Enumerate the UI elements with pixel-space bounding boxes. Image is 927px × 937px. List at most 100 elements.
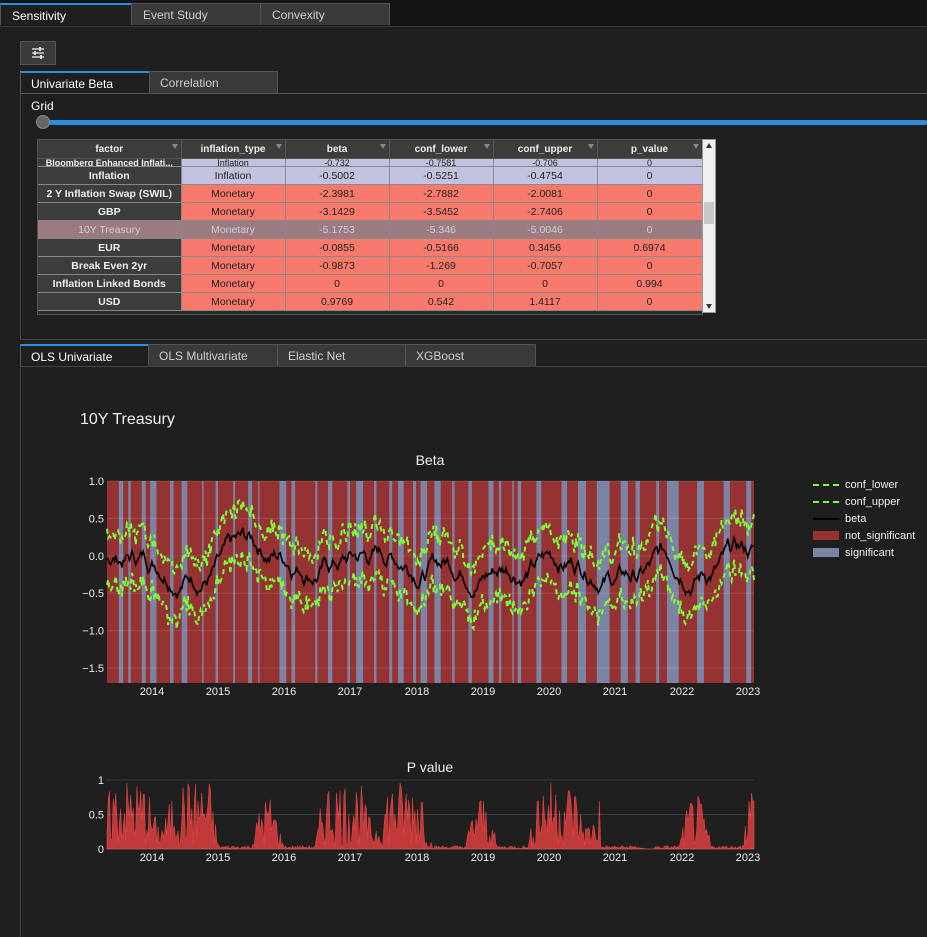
grid-cell-conf-upper[interactable]: 1.4117 (493, 292, 598, 311)
grid-cell-factor[interactable]: Break Even 2yr (38, 256, 182, 275)
grid-scrollbar[interactable] (702, 139, 716, 313)
grid-cell-conf-lower[interactable]: -0.5251 (389, 166, 494, 185)
grid-cell-p-value[interactable]: 0 (597, 202, 702, 221)
scroll-thumb[interactable] (704, 202, 714, 224)
grid-cell-factor[interactable]: Inflation (38, 166, 182, 185)
grid-cell-conf-lower[interactable]: -5.346 (389, 220, 494, 239)
tab-convexity[interactable]: Convexity (260, 3, 390, 25)
filter-icon[interactable] (483, 144, 490, 149)
legend-item[interactable]: not_significant (813, 527, 915, 544)
column-header[interactable]: beta (285, 140, 390, 159)
legend-item[interactable]: conf_lower (813, 476, 915, 493)
grid-cell-conf-upper[interactable]: -0.7057 (493, 256, 598, 275)
grid-cell[interactable]: -0.732 (285, 158, 390, 167)
grid-cell-p-value[interactable]: 0 (597, 292, 702, 311)
grid-cell-conf-lower[interactable]: 0 (389, 274, 494, 293)
grid-cell-beta[interactable]: -0.9873 (285, 256, 390, 275)
grid-cell-p-value[interactable]: 0.994 (597, 274, 702, 293)
grid-cell-p-value[interactable]: 0 (597, 184, 702, 203)
grid-cell-factor[interactable]: USD (38, 292, 182, 311)
grid-cell-beta[interactable]: 0.9769 (285, 292, 390, 311)
top-tab-bar: Sensitivity Event Study Convexity (0, 0, 927, 27)
tab-correlation[interactable]: Correlation (149, 71, 278, 93)
column-header[interactable]: inflation_type (181, 140, 286, 159)
grid-cell-inflation-type[interactable]: Monetary (181, 256, 286, 275)
table-row[interactable]: 10Y Treasury Monetary -5.1753 -5.346 -5.0046… (38, 220, 702, 239)
grid-cell-conf-lower[interactable]: -1.269 (389, 256, 494, 275)
tab-ols-univariate[interactable]: OLS Univariate (20, 344, 149, 366)
grid-cell-p-value[interactable]: 0 (597, 166, 702, 185)
grid-cell-inflation-type[interactable]: Monetary (181, 184, 286, 203)
legend-item[interactable]: conf_upper (813, 493, 915, 510)
scroll-up-icon[interactable] (706, 143, 712, 148)
grid-cell-conf-lower[interactable]: -3.5452 (389, 202, 494, 221)
grid-cell[interactable]: 0 (597, 158, 702, 167)
grid-cell-p-value[interactable]: 0.6974 (597, 238, 702, 257)
grid-cell-conf-upper[interactable]: -2.0081 (493, 184, 598, 203)
grid-cell-factor[interactable]: EUR (38, 238, 182, 257)
table-row[interactable]: 2 Y Inflation Swap (SWIL) Monetary -2.3981… (38, 184, 702, 203)
filter-icon[interactable] (692, 144, 699, 149)
model-panel (20, 366, 927, 937)
grid-cell-beta[interactable]: -0.0855 (285, 238, 390, 257)
grid-cell[interactable]: Bloomberg Enhanced Inflati... (38, 158, 182, 167)
grid-cell-beta[interactable]: -0.5002 (285, 166, 390, 185)
column-header[interactable]: p_value (597, 140, 702, 159)
sliders-icon (32, 47, 44, 59)
grid-cell-inflation-type[interactable]: Inflation (181, 166, 286, 185)
grid-cell[interactable]: Inflation (181, 158, 286, 167)
grid-cell-conf-lower[interactable]: -2.7882 (389, 184, 494, 203)
filter-icon[interactable] (587, 144, 594, 149)
legend-item[interactable]: significant (813, 544, 915, 561)
grid-cell-beta[interactable]: 0 (285, 274, 390, 293)
settings-button[interactable] (20, 41, 56, 65)
grid-cell-inflation-type[interactable]: Monetary (181, 238, 286, 257)
grid-cell-factor[interactable]: 10Y Treasury (38, 220, 182, 239)
date-range-slider[interactable] (44, 120, 927, 125)
tab-sensitivity[interactable]: Sensitivity (0, 3, 133, 25)
column-header[interactable]: conf_lower (389, 140, 494, 159)
beta-grid: factor inflation_type beta conf_lower conf_u… (37, 139, 703, 315)
grid-cell[interactable]: -0.706 (493, 158, 598, 167)
table-row[interactable]: EUR Monetary -0.0855 -0.5166 0.3456 0.6974 (38, 238, 702, 257)
tab-univariate-beta-grid[interactable]: Univariate Beta Grid (20, 71, 150, 113)
grid-cell-inflation-type[interactable]: Monetary (181, 274, 286, 293)
grid-cell-beta[interactable]: -3.1429 (285, 202, 390, 221)
filter-icon[interactable] (275, 144, 282, 149)
column-header[interactable]: conf_upper (493, 140, 598, 159)
grid-cell-p-value[interactable]: 0 (597, 220, 702, 239)
grid-cell-conf-lower[interactable]: -0.5166 (389, 238, 494, 257)
grid-cell-factor[interactable]: 2 Y Inflation Swap (SWIL) (38, 184, 182, 203)
grid-cell-inflation-type[interactable]: Monetary (181, 292, 286, 311)
grid-cell-factor[interactable]: Inflation Linked Bonds (38, 274, 182, 293)
grid-cell-beta[interactable]: -2.3981 (285, 184, 390, 203)
page-title: 10Y Treasury (80, 411, 175, 428)
grid-cell-factor[interactable]: GBP (38, 202, 182, 221)
table-row[interactable]: USD Monetary 0.9769 0.542 1.4117 0 (38, 292, 702, 311)
tab-ols-multivariate[interactable]: OLS Multivariate (148, 344, 279, 366)
grid-cell-conf-upper[interactable]: -5.0046 (493, 220, 598, 239)
grid-cell-conf-lower[interactable]: 0.542 (389, 292, 494, 311)
filter-icon[interactable] (379, 144, 386, 149)
grid-cell-beta[interactable]: -5.1753 (285, 220, 390, 239)
grid-cell-inflation-type[interactable]: Monetary (181, 220, 286, 239)
table-row[interactable]: Inflation Inflation -0.5002 -0.5251 -0.4754 0 (38, 166, 702, 185)
tab-xgboost[interactable]: XGBoost (405, 344, 536, 366)
table-row[interactable]: GBP Monetary -3.1429 -3.5452 -2.7406 0 (38, 202, 702, 221)
grid-cell[interactable]: -0.7581 (389, 158, 494, 167)
scroll-down-icon[interactable] (706, 304, 712, 309)
legend-item[interactable]: beta (813, 510, 915, 527)
grid-cell-conf-upper[interactable]: -2.7406 (493, 202, 598, 221)
filter-icon[interactable] (171, 144, 178, 149)
grid-cell-conf-upper[interactable]: 0 (493, 274, 598, 293)
table-row[interactable]: Inflation Linked Bonds Monetary 0 0 0 0.994 (38, 274, 702, 293)
grid-cell-conf-upper[interactable]: -0.4754 (493, 166, 598, 185)
tab-elastic-net[interactable]: Elastic Net (277, 344, 407, 366)
tab-event-study[interactable]: Event Study (131, 3, 262, 25)
grid-cell-p-value[interactable]: 0 (597, 256, 702, 275)
table-row[interactable]: Break Even 2yr Monetary -0.9873 -1.269 -0.70… (38, 256, 702, 275)
slider-handle[interactable] (36, 115, 50, 129)
column-header[interactable]: factor (38, 140, 182, 159)
grid-cell-inflation-type[interactable]: Monetary (181, 202, 286, 221)
grid-cell-conf-upper[interactable]: 0.3456 (493, 238, 598, 257)
